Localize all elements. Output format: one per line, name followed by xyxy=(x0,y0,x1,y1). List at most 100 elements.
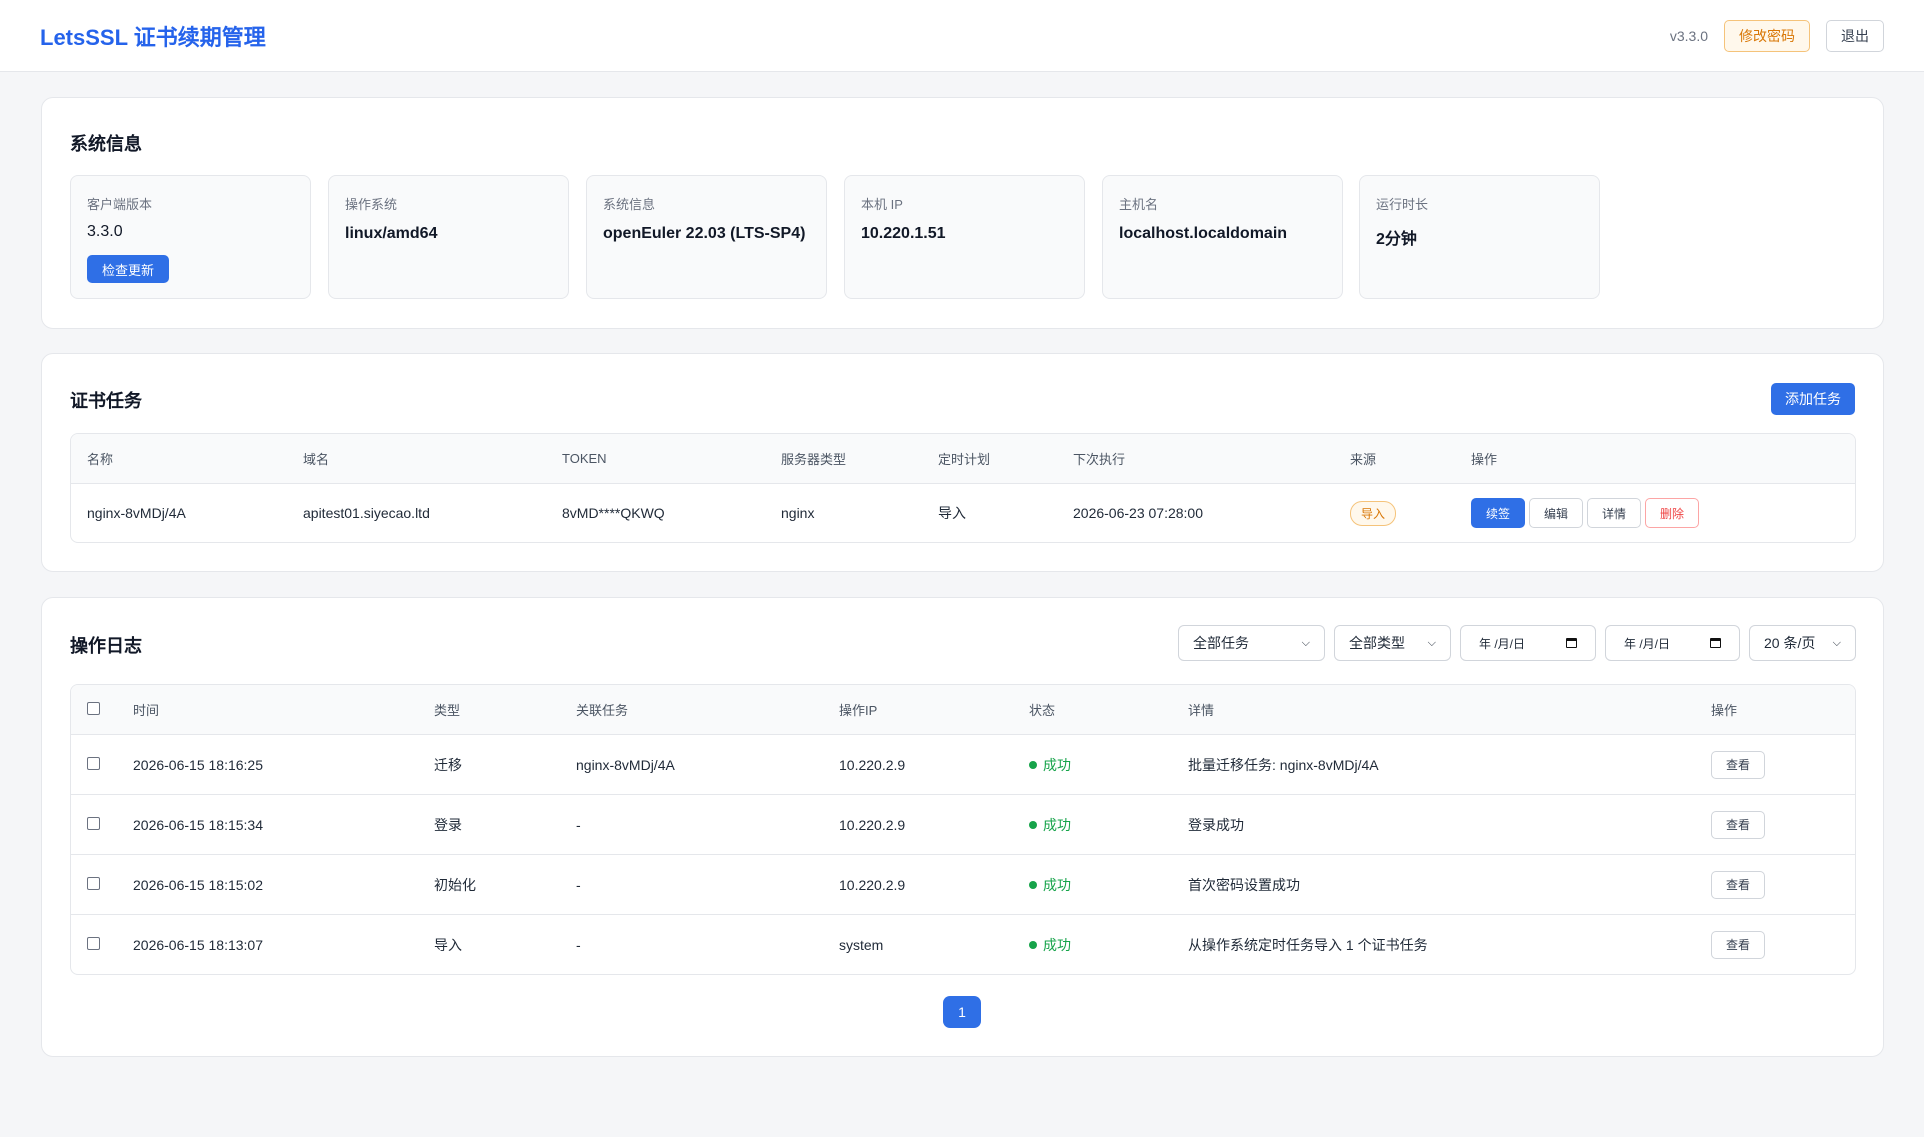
status-text: 成功 xyxy=(1043,756,1071,773)
source-badge: 导入 xyxy=(1350,500,1397,526)
info-system: 系统信息 openEuler 22.03 (LTS-SP4) xyxy=(586,175,827,299)
info-os: 操作系统 linux/amd64 xyxy=(328,175,569,299)
log-ip: system xyxy=(839,936,884,953)
log-type: 初始化 xyxy=(434,876,476,893)
info-label: 客户端版本 xyxy=(87,197,153,212)
status-text: 成功 xyxy=(1043,816,1071,833)
status-badge: 成功 xyxy=(1029,875,1071,895)
system-info-title: 系统信息 xyxy=(70,134,142,154)
chevron-down-icon: ⌵ xyxy=(1832,636,1841,649)
info-value: localhost.localdomain xyxy=(1119,225,1288,242)
log-time: 2026-06-15 18:15:34 xyxy=(133,816,263,833)
table-row: 2026-06-15 18:15:02 初始化 - 10.220.2.9 成功 … xyxy=(71,855,1855,915)
log-task: nginx-8vMDj/4A xyxy=(576,756,675,773)
row-checkbox[interactable] xyxy=(87,936,100,950)
task-next-run: 2026-06-23 07:28:00 xyxy=(1073,505,1203,521)
info-label: 本机 IP xyxy=(861,197,903,212)
view-button[interactable]: 查看 xyxy=(1711,930,1766,959)
info-value: 3.3.0 xyxy=(87,223,123,240)
row-checkbox[interactable] xyxy=(87,816,100,830)
col-source: 来源 xyxy=(1350,452,1377,467)
log-task: - xyxy=(576,816,581,833)
log-detail: 登录成功 xyxy=(1188,816,1244,833)
info-ip: 本机 IP 10.220.1.51 xyxy=(844,175,1085,299)
info-value: 2分钟 xyxy=(1376,231,1417,248)
col-time: 时间 xyxy=(133,703,160,718)
top-bar: LetsSSL 证书续期管理 v3.3.0 修改密码 退出 xyxy=(0,0,1924,72)
log-type: 登录 xyxy=(434,816,462,833)
table-row: 2026-06-15 18:15:34 登录 - 10.220.2.9 成功 登… xyxy=(71,795,1855,855)
log-action-cell: 查看 xyxy=(1711,930,1851,959)
select-all-cell xyxy=(71,701,133,718)
status-dot-icon xyxy=(1029,880,1037,889)
col-actions: 操作 xyxy=(1471,452,1498,467)
select-all-checkbox[interactable] xyxy=(87,701,100,715)
log-time: 2026-06-15 18:16:25 xyxy=(133,756,263,773)
add-task-button[interactable]: 添加任务 xyxy=(1771,383,1855,415)
info-label: 运行时长 xyxy=(1376,197,1429,212)
tasks-table: 名称 域名 TOKEN 服务器类型 定时计划 下次执行 来源 操作 nginx-… xyxy=(70,433,1856,543)
logs-table: 时间 类型 关联任务 操作IP 状态 详情 操作 2026-06-15 18:1… xyxy=(70,684,1856,975)
type-filter-select[interactable]: 全部类型 ⌵ xyxy=(1334,625,1451,661)
col-name: 名称 xyxy=(87,452,114,467)
status-dot-icon xyxy=(1029,760,1037,769)
detail-button[interactable]: 详情 xyxy=(1587,498,1642,528)
tasks-card: 证书任务 添加任务 名称 域名 TOKEN 服务器类型 定时计划 下次执行 来源… xyxy=(41,353,1884,572)
date-to-value: 年 /月/日 xyxy=(1624,636,1671,651)
info-label: 系统信息 xyxy=(603,197,656,212)
info-hostname: 主机名 localhost.localdomain xyxy=(1102,175,1343,299)
col-schedule: 定时计划 xyxy=(938,452,991,467)
status-badge: 成功 xyxy=(1029,935,1071,955)
page-size-select[interactable]: 20 条/页 ⌵ xyxy=(1749,625,1856,661)
chevron-down-icon: ⌵ xyxy=(1301,636,1310,649)
col-domain: 域名 xyxy=(303,452,330,467)
col-ip: 操作IP xyxy=(839,703,878,718)
task-filter-select[interactable]: 全部任务 ⌵ xyxy=(1178,625,1325,661)
date-from-value: 年 /月/日 xyxy=(1479,636,1526,651)
view-button[interactable]: 查看 xyxy=(1711,810,1766,839)
col-token: TOKEN xyxy=(562,451,607,466)
logs-card: 操作日志 全部任务 ⌵ 全部类型 ⌵ 年 /月/日 年 /月/日 20 条/页 … xyxy=(41,597,1884,1057)
app-title: LetsSSL 证书续期管理 xyxy=(40,24,266,50)
task-server-type: nginx xyxy=(781,505,815,521)
delete-button[interactable]: 删除 xyxy=(1645,498,1700,528)
type-filter-value: 全部类型 xyxy=(1349,635,1405,651)
info-value: 10.220.1.51 xyxy=(861,225,946,242)
log-detail: 首次密码设置成功 xyxy=(1188,876,1300,893)
system-info-card: 系统信息 客户端版本 3.3.0 检查更新 操作系统 linux/amd64 系… xyxy=(41,97,1884,329)
task-domain: apitest01.siyecao.ltd xyxy=(303,505,430,521)
row-checkbox[interactable] xyxy=(87,876,100,890)
date-from-input[interactable]: 年 /月/日 xyxy=(1460,625,1596,661)
log-action-cell: 查看 xyxy=(1711,870,1851,899)
status-badge: 成功 xyxy=(1029,755,1071,775)
page-size-value: 20 条/页 xyxy=(1764,635,1816,651)
chevron-down-icon: ⌵ xyxy=(1427,636,1436,649)
row-checkbox[interactable] xyxy=(87,756,100,770)
table-header: 名称 域名 TOKEN 服务器类型 定时计划 下次执行 来源 操作 xyxy=(71,434,1855,484)
check-update-button[interactable]: 检查更新 xyxy=(87,255,170,283)
col-server-type: 服务器类型 xyxy=(781,452,847,467)
row-checkbox-cell xyxy=(71,756,133,773)
col-action: 操作 xyxy=(1711,703,1738,718)
renew-button[interactable]: 续签 xyxy=(1471,498,1526,528)
info-value: linux/amd64 xyxy=(345,225,438,242)
pagination-page-1[interactable]: 1 xyxy=(943,996,981,1028)
tasks-title: 证书任务 xyxy=(70,391,142,411)
info-uptime: 运行时长 2分钟 xyxy=(1359,175,1600,299)
log-detail: 从操作系统定时任务导入 1 个证书任务 xyxy=(1188,936,1428,953)
edit-button[interactable]: 编辑 xyxy=(1529,498,1584,528)
logout-button[interactable]: 退出 xyxy=(1826,19,1884,52)
log-status-cell: 成功 xyxy=(1029,875,1188,895)
col-type: 类型 xyxy=(434,703,461,718)
log-status-cell: 成功 xyxy=(1029,755,1188,775)
view-button[interactable]: 查看 xyxy=(1711,870,1766,899)
change-password-button[interactable]: 修改密码 xyxy=(1724,19,1810,52)
log-action-cell: 查看 xyxy=(1711,750,1851,779)
log-status-cell: 成功 xyxy=(1029,815,1188,835)
info-value: openEuler 22.03 (LTS-SP4) xyxy=(603,225,806,242)
table-row: 2026-06-15 18:16:25 迁移 nginx-8vMDj/4A 10… xyxy=(71,735,1855,795)
view-button[interactable]: 查看 xyxy=(1711,750,1766,779)
table-row: 2026-06-15 18:13:07 导入 - system 成功 从操作系统… xyxy=(71,915,1855,974)
table-header: 时间 类型 关联任务 操作IP 状态 详情 操作 xyxy=(71,685,1855,735)
date-to-input[interactable]: 年 /月/日 xyxy=(1605,625,1740,661)
